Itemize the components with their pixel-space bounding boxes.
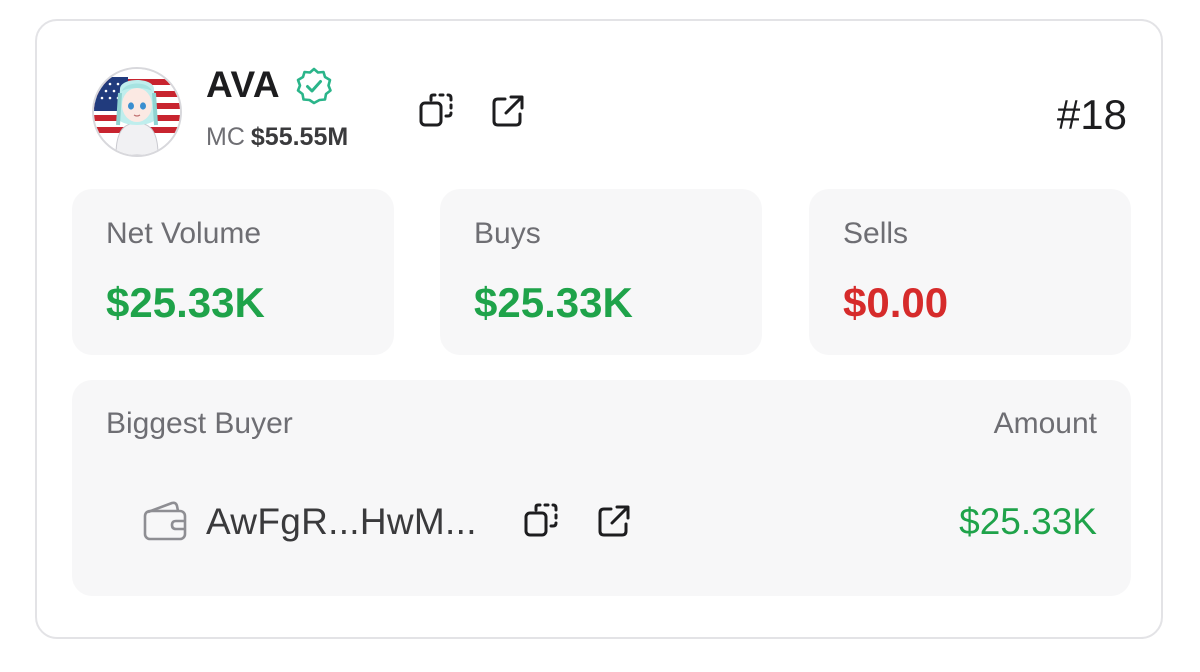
amount-label: Amount xyxy=(993,407,1097,440)
stat-value: $25.33K xyxy=(474,279,633,326)
stat-sells: Sells $0.00 xyxy=(809,189,1131,355)
stat-value: $0.00 xyxy=(843,279,949,326)
stat-value: $25.33K xyxy=(106,279,265,326)
stat-buys: Buys $25.33K xyxy=(440,189,762,355)
verified-badge-icon xyxy=(295,67,333,105)
stat-label: Sells xyxy=(843,217,909,250)
wallet-icon xyxy=(142,500,188,547)
market-cap-label: MC xyxy=(206,123,245,151)
token-name: AVA xyxy=(206,64,281,105)
copy-icon xyxy=(418,92,456,130)
biggest-buyer-panel: Biggest Buyer Amount AwFgR...HwM... $25.… xyxy=(72,380,1131,596)
buyer-wallet-address[interactable]: AwFgR...HwM... xyxy=(206,500,477,544)
external-link-icon xyxy=(596,503,632,539)
token-card: AVA MC $55.55M #18 Net Volume $25.33K Bu… xyxy=(35,19,1163,639)
biggest-buyer-label: Biggest Buyer xyxy=(106,407,293,440)
token-rank: #18 xyxy=(1056,91,1127,138)
copy-token-address-button[interactable] xyxy=(418,92,456,130)
open-token-external-button[interactable] xyxy=(490,93,526,129)
copy-buyer-address-button[interactable] xyxy=(523,502,561,540)
open-buyer-external-button[interactable] xyxy=(596,503,632,539)
stat-label: Net Volume xyxy=(106,217,262,250)
external-link-icon xyxy=(490,93,526,129)
stat-net-volume: Net Volume $25.33K xyxy=(72,189,394,355)
copy-icon xyxy=(523,502,561,540)
token-avatar xyxy=(92,67,182,157)
market-cap-value: $55.55M xyxy=(250,123,349,151)
market-cap: MC $55.55M xyxy=(206,122,348,152)
avatar-image xyxy=(94,69,180,155)
buyer-amount-value: $25.33K xyxy=(959,501,1097,542)
stat-label: Buys xyxy=(474,217,541,250)
